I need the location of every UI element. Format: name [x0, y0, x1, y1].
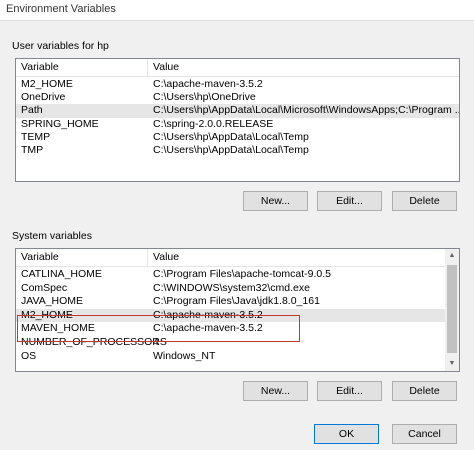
user-variables-label: User variables for hp [12, 40, 109, 52]
variable-name: TMP [21, 144, 44, 156]
variable-value: C:\Users\hp\AppData\Local\Temp [153, 144, 309, 156]
table-row[interactable]: NUMBER_OF_PROCESSORS 4 [16, 336, 445, 349]
user-delete-button[interactable]: Delete [392, 191, 457, 211]
variable-name: CATLINA_HOME [21, 268, 102, 280]
variable-name: ComSpec [21, 281, 68, 294]
table-row[interactable]: OS Windows_NT [16, 350, 445, 363]
variable-name: M2_HOME [21, 78, 73, 90]
variable-value: C:\WINDOWS\system32\cmd.exe [153, 281, 310, 294]
system-edit-button[interactable]: Edit... [317, 381, 382, 401]
table-row[interactable]: M2_HOME C:\apache-maven-3.5.2 [16, 78, 459, 91]
variable-value: C:\apache-maven-3.5.2 [153, 308, 263, 321]
cancel-button[interactable]: Cancel [392, 424, 457, 444]
column-header-value[interactable]: Value [153, 251, 179, 263]
variable-value: C:\apache-maven-3.5.2 [153, 322, 263, 335]
variable-value: Windows_NT [153, 349, 216, 362]
column-separator[interactable] [147, 59, 148, 76]
table-row[interactable]: OneDrive C:\Users\hp\OneDrive [16, 91, 459, 104]
variable-name: MAVEN_HOME [21, 322, 95, 335]
variable-name: TEMP [21, 130, 51, 143]
up-arrow-icon[interactable]: ▲ [445, 249, 459, 263]
variable-value: 4 [153, 336, 159, 348]
variable-value: C:\Program Files\apache-tomcat-9.0.5 [153, 268, 331, 280]
table-row[interactable]: MAVEN_HOME C:\apache-maven-3.5.2 [16, 322, 445, 335]
table-row[interactable]: SPRING_HOME C:\spring-2.0.0.RELEASE [16, 118, 459, 131]
table-row[interactable]: TEMP C:\Users\hp\AppData\Local\Temp [16, 131, 459, 144]
system-variables-list[interactable]: Variable Value ▲ ▼ CATLINA_HOME C:\Progra… [15, 248, 460, 372]
variable-name: M2_HOME [21, 308, 73, 321]
vertical-scrollbar[interactable]: ▲ ▼ [445, 249, 459, 371]
table-row[interactable]: JAVA_HOME C:\Program Files\Java\jdk1.8.0_… [16, 295, 445, 308]
user-new-button[interactable]: New... [243, 191, 308, 211]
table-row[interactable]: Path C:\Users\hp\AppData\Local\Microsoft\… [16, 104, 460, 118]
table-row[interactable]: M2_HOME C:\apache-maven-3.5.2 [16, 308, 445, 322]
ok-button[interactable]: OK [314, 424, 379, 444]
variable-value: C:\Users\hp\AppData\Local\Temp [153, 130, 309, 143]
column-header-value[interactable]: Value [153, 61, 179, 73]
table-row[interactable]: CATLINA_HOME C:\Program Files\apache-tomc… [16, 268, 445, 281]
variable-name: SPRING_HOME [21, 117, 99, 130]
system-variables-label: System variables [12, 230, 92, 242]
system-delete-button[interactable]: Delete [392, 381, 457, 401]
column-header-variable[interactable]: Variable [21, 61, 59, 73]
table-row[interactable]: ComSpec C:\WINDOWS\system32\cmd.exe [16, 282, 445, 295]
window-title: Environment Variables [6, 3, 116, 15]
table-row[interactable]: TMP C:\Users\hp\AppData\Local\Temp [16, 144, 459, 157]
title-bar: Environment Variables [0, 0, 474, 21]
variable-name: NUMBER_OF_PROCESSORS [21, 336, 167, 348]
system-list-header: Variable Value [16, 249, 459, 267]
down-arrow-icon[interactable]: ▼ [445, 357, 459, 371]
user-list-header: Variable Value [16, 59, 459, 77]
variable-value: C:\spring-2.0.0.RELEASE [153, 117, 274, 130]
variable-name: Path [21, 104, 43, 117]
variable-name: JAVA_HOME [21, 295, 84, 308]
system-new-button[interactable]: New... [243, 381, 308, 401]
variable-name: OneDrive [21, 91, 66, 104]
column-separator[interactable] [147, 249, 148, 266]
variable-name: OS [21, 349, 37, 362]
user-edit-button[interactable]: Edit... [317, 191, 382, 211]
variable-value: C:\Program Files\Java\jdk1.8.0_161 [153, 295, 320, 308]
column-header-variable[interactable]: Variable [21, 251, 59, 263]
user-variables-list[interactable]: Variable Value M2_HOME C:\apache-maven-3.… [15, 58, 460, 182]
scrollbar-thumb[interactable] [447, 265, 457, 353]
variable-value: C:\Users\hp\OneDrive [153, 91, 256, 104]
variable-value: C:\apache-maven-3.5.2 [153, 78, 263, 90]
variable-value: C:\Users\hp\AppData\Local\Microsoft\Wind… [153, 104, 460, 117]
